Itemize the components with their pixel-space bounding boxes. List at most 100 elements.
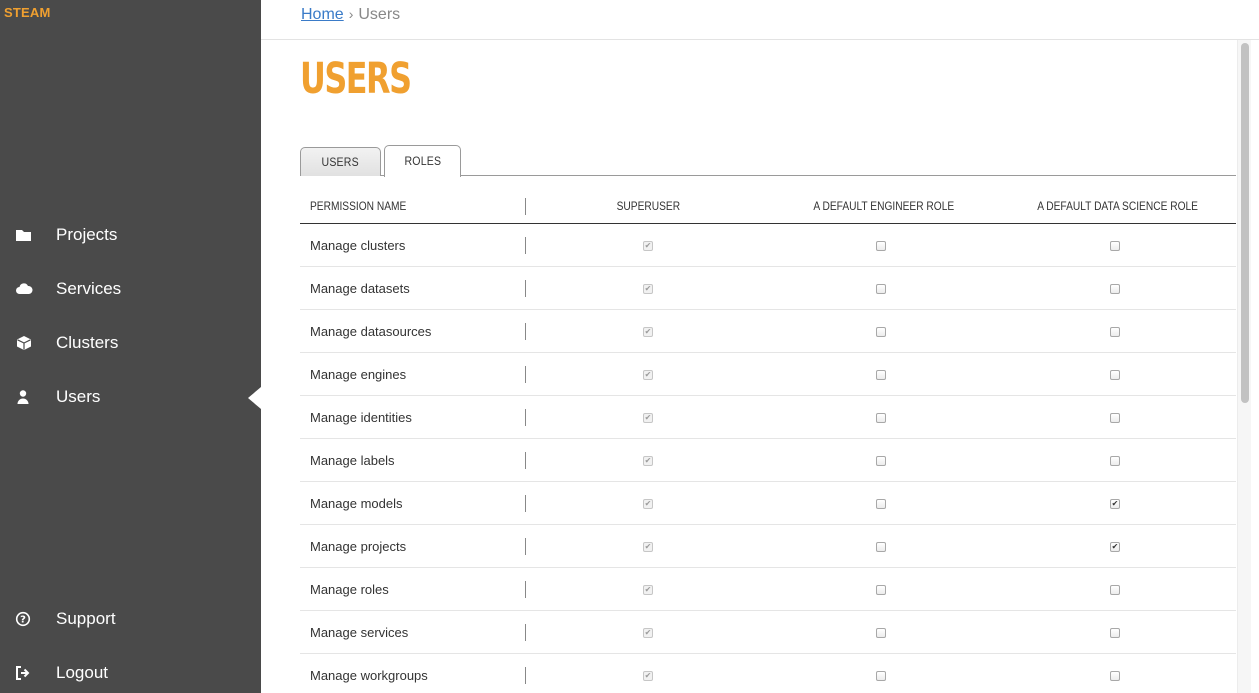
- header-bar: Home › Users: [261, 0, 1259, 40]
- page-title: USERS: [300, 54, 412, 104]
- table-body: Manage clusters Manage datasets Manage dat…: [300, 224, 1236, 693]
- svg-text:?: ?: [20, 615, 26, 626]
- cube-icon: [17, 336, 31, 350]
- sidebar-item-logout[interactable]: Logout: [0, 653, 261, 693]
- column-header-engineer-role: A DEFAULT ENGINEER ROLE: [813, 199, 955, 213]
- column-divider: [525, 495, 526, 512]
- sidebar-item-label: Services: [56, 279, 122, 298]
- permission-checkbox-data-science[interactable]: [1110, 327, 1120, 337]
- permission-checkbox-data-science[interactable]: [1110, 499, 1120, 509]
- cloud-icon: [16, 283, 33, 294]
- permission-checkbox-superuser: [643, 370, 653, 380]
- sidebar-item-support[interactable]: ? Support: [0, 599, 261, 639]
- permission-checkbox-data-science[interactable]: [1110, 284, 1120, 294]
- tab-roles[interactable]: ROLES: [384, 145, 461, 177]
- column-divider: [525, 237, 526, 254]
- permissions-table: PERMISSION NAME SUPERUSER A DEFAULT ENGI…: [300, 187, 1236, 693]
- permission-checkbox-engineer[interactable]: [876, 585, 886, 595]
- permission-checkbox-engineer[interactable]: [876, 456, 886, 466]
- sidebar-item-label: Logout: [56, 663, 108, 682]
- column-header-permission-name: PERMISSION NAME: [310, 199, 407, 213]
- permission-checkbox-engineer[interactable]: [876, 241, 886, 251]
- user-icon: [17, 390, 29, 404]
- permission-checkbox-superuser: [643, 284, 653, 294]
- tab-label: USERS: [321, 155, 360, 169]
- column-header-data-science-role: A DEFAULT DATA SCIENCE ROLE: [1037, 199, 1199, 213]
- permission-name: Manage models: [310, 496, 403, 511]
- column-divider: [525, 538, 526, 555]
- permission-checkbox-engineer[interactable]: [876, 628, 886, 638]
- tab-label: ROLES: [404, 154, 441, 168]
- chevron-right-icon: ›: [348, 6, 354, 22]
- permission-name: Manage workgroups: [310, 668, 428, 683]
- permission-checkbox-superuser: [643, 542, 653, 552]
- sidebar-item-projects[interactable]: Projects: [0, 215, 261, 255]
- permission-checkbox-data-science[interactable]: [1110, 671, 1120, 681]
- table-header: PERMISSION NAME SUPERUSER A DEFAULT ENGI…: [300, 187, 1236, 224]
- permission-checkbox-superuser: [643, 327, 653, 337]
- permission-name: Manage clusters: [310, 238, 406, 253]
- breadcrumb: Home › Users: [301, 4, 400, 25]
- sidebar-item-users[interactable]: Users: [0, 377, 261, 417]
- column-divider: [525, 409, 526, 426]
- table-row: Manage roles: [300, 568, 1236, 611]
- permission-name: Manage roles: [310, 582, 389, 597]
- permission-name: Manage datasources: [310, 324, 432, 339]
- scrollbar-thumb[interactable]: [1241, 43, 1249, 403]
- active-indicator: [248, 387, 261, 409]
- permission-name: Manage engines: [310, 367, 407, 382]
- permission-checkbox-engineer[interactable]: [876, 284, 886, 294]
- column-divider: [525, 667, 526, 684]
- table-row: Manage datasources: [300, 310, 1236, 353]
- table-row: Manage projects: [300, 525, 1236, 568]
- permission-checkbox-superuser: [643, 241, 653, 251]
- permission-checkbox-superuser: [643, 499, 653, 509]
- permission-checkbox-data-science[interactable]: [1110, 370, 1120, 380]
- permission-name: Manage projects: [310, 539, 407, 554]
- column-divider: [525, 198, 526, 215]
- permission-checkbox-engineer[interactable]: [876, 327, 886, 337]
- breadcrumb-home-link[interactable]: Home: [301, 6, 344, 23]
- permission-checkbox-engineer[interactable]: [876, 671, 886, 681]
- permission-checkbox-data-science[interactable]: [1110, 456, 1120, 466]
- table-row: Manage clusters: [300, 224, 1236, 267]
- permission-name: Manage services: [310, 625, 409, 640]
- sidebar: STEAM Projects Services Clusters Users ?: [0, 0, 261, 693]
- breadcrumb-current: Users: [358, 6, 401, 23]
- scrollbar[interactable]: [1237, 40, 1251, 693]
- sidebar-item-label: Projects: [56, 225, 118, 244]
- permission-checkbox-engineer[interactable]: [876, 499, 886, 509]
- logout-icon: [16, 666, 30, 680]
- permission-checkbox-data-science[interactable]: [1110, 542, 1120, 552]
- permission-checkbox-engineer[interactable]: [876, 370, 886, 380]
- tab-users[interactable]: USERS: [300, 147, 381, 176]
- column-divider: [525, 323, 526, 340]
- permission-name: Manage identities: [310, 410, 412, 425]
- table-row: Manage identities: [300, 396, 1236, 439]
- permission-checkbox-superuser: [643, 671, 653, 681]
- sidebar-item-label: Clusters: [56, 333, 119, 352]
- table-row: Manage workgroups: [300, 654, 1236, 693]
- column-divider: [525, 452, 526, 469]
- folder-icon: [16, 230, 31, 241]
- brand-logo[interactable]: STEAM: [4, 5, 51, 20]
- table-row: Manage services: [300, 611, 1236, 654]
- table-row: Manage labels: [300, 439, 1236, 482]
- permission-checkbox-data-science[interactable]: [1110, 413, 1120, 423]
- sidebar-item-clusters[interactable]: Clusters: [0, 323, 261, 363]
- permission-checkbox-engineer[interactable]: [876, 413, 886, 423]
- permission-checkbox-data-science[interactable]: [1110, 628, 1120, 638]
- column-divider: [525, 581, 526, 598]
- table-row: Manage engines: [300, 353, 1236, 396]
- permission-checkbox-data-science[interactable]: [1110, 241, 1120, 251]
- permission-checkbox-engineer[interactable]: [876, 542, 886, 552]
- column-divider: [525, 366, 526, 383]
- permission-checkbox-superuser: [643, 413, 653, 423]
- sidebar-item-label: Support: [56, 609, 116, 628]
- permission-name: Manage datasets: [310, 281, 410, 296]
- permission-checkbox-superuser: [643, 456, 653, 466]
- sidebar-item-services[interactable]: Services: [0, 269, 261, 309]
- permission-checkbox-data-science[interactable]: [1110, 585, 1120, 595]
- permission-checkbox-superuser: [643, 628, 653, 638]
- tab-bar: USERS ROLES: [300, 144, 1236, 177]
